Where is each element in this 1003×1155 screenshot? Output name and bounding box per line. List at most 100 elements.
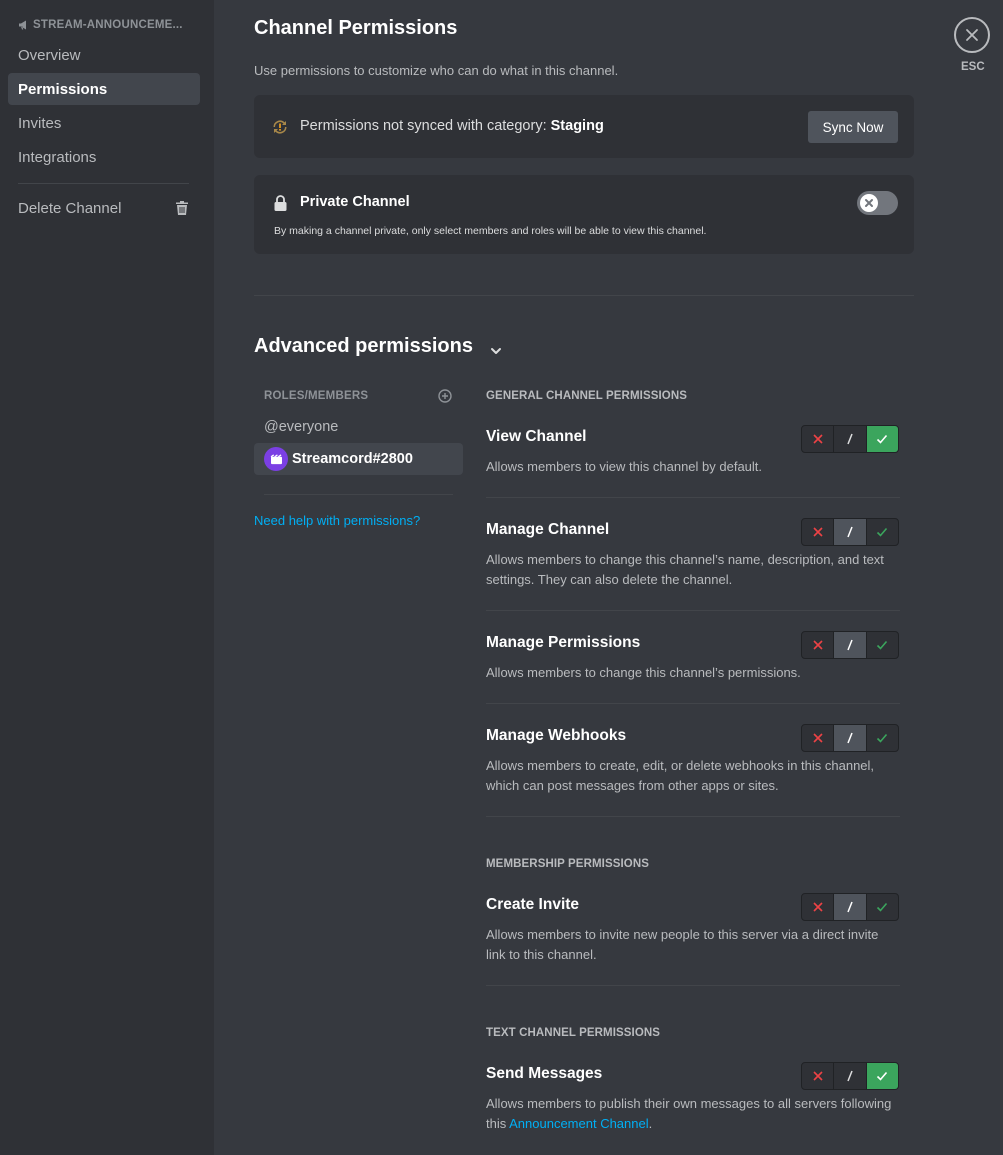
close-button[interactable]: [954, 17, 990, 53]
sidebar: STREAM-ANNOUNCEME... Overview Permission…: [0, 0, 214, 1155]
sync-now-button[interactable]: Sync Now: [808, 111, 898, 143]
section-divider: [254, 295, 914, 296]
permission-divider: [486, 816, 900, 817]
sync-message: Permissions not synced with category: St…: [300, 118, 604, 134]
neutral-icon: [847, 1070, 853, 1082]
section-header-membership: MEMBERSHIP PERMISSIONS: [486, 858, 650, 870]
permission-toggle-manage-channel: [801, 518, 899, 546]
description-text: .: [648, 1116, 653, 1131]
neutral-button[interactable]: [833, 1063, 865, 1089]
permission-title: Manage Permissions: [486, 634, 641, 651]
chevron-down-icon: [489, 341, 503, 355]
roles-divider: [264, 494, 453, 495]
sidebar-item-permissions[interactable]: Permissions: [8, 73, 200, 105]
permission-toggle-manage-permissions: [801, 631, 899, 659]
neutral-button[interactable]: [833, 519, 866, 545]
channel-header: STREAM-ANNOUNCEME...: [18, 17, 198, 33]
permission-title: Manage Channel: [486, 521, 610, 538]
check-icon: [877, 434, 888, 444]
permission-divider: [486, 703, 900, 704]
section-header-text-channel: TEXT CHANNEL PERMISSIONS: [486, 1027, 661, 1039]
neutral-icon: [847, 526, 853, 538]
check-icon: [877, 902, 888, 912]
allow-button[interactable]: [865, 632, 898, 658]
close-icon: [966, 29, 978, 41]
deny-icon: [813, 902, 823, 912]
permission-description: Allows members to view this channel by d…: [486, 459, 763, 474]
sidebar-item-label: Integrations: [18, 148, 97, 166]
permission-toggle-manage-webhooks: [801, 724, 899, 752]
check-icon: [877, 527, 888, 537]
sidebar-item-label: Delete Channel: [18, 199, 122, 217]
role-item-streamcord[interactable]: Streamcord#2800: [254, 443, 463, 475]
allow-button[interactable]: [865, 725, 898, 751]
channel-name: STREAM-ANNOUNCEME...: [33, 19, 183, 31]
deny-button[interactable]: [802, 725, 833, 751]
role-item-everyone[interactable]: @everyone: [254, 411, 463, 443]
announcement-channel-link[interactable]: Announcement Channel: [509, 1116, 649, 1131]
neutral-icon: [847, 433, 853, 445]
lock-icon: [274, 195, 287, 211]
permission-description: Allows members to create, edit, or delet…: [486, 758, 875, 793]
sync-warning-icon: [272, 119, 288, 135]
add-role-icon[interactable]: [438, 389, 452, 403]
roles-members-header: ROLES/MEMBERS: [264, 390, 369, 402]
neutral-button[interactable]: [833, 632, 866, 658]
permission-title: Manage Webhooks: [486, 727, 627, 744]
allow-button[interactable]: [865, 426, 898, 452]
role-label: Streamcord#2800: [292, 451, 413, 467]
page-title: Channel Permissions: [254, 17, 458, 39]
role-label: @everyone: [264, 419, 339, 435]
section-header-general: GENERAL CHANNEL PERMISSIONS: [486, 390, 687, 402]
help-permissions-link[interactable]: Need help with permissions?: [254, 513, 420, 528]
check-icon: [877, 1071, 888, 1081]
esc-label: ESC: [961, 61, 985, 73]
deny-button[interactable]: [802, 894, 833, 920]
deny-icon: [813, 733, 823, 743]
deny-icon: [813, 434, 823, 444]
sidebar-item-integrations[interactable]: Integrations: [8, 141, 200, 173]
sidebar-item-label: Overview: [18, 46, 81, 64]
neutral-button[interactable]: [833, 725, 866, 751]
neutral-button[interactable]: [833, 426, 865, 452]
permission-description: Allows members to change this channel’s …: [486, 552, 884, 587]
neutral-icon: [847, 901, 853, 913]
advanced-permissions-header[interactable]: Advanced permissions: [254, 335, 503, 358]
sidebar-item-invites[interactable]: Invites: [8, 107, 200, 139]
page-description: Use permissions to customize who can do …: [254, 63, 619, 78]
megaphone-icon: [18, 19, 30, 31]
sidebar-item-overview[interactable]: Overview: [8, 39, 200, 71]
deny-icon: [813, 640, 823, 650]
sidebar-item-label: Invites: [18, 114, 62, 132]
permission-description: Allows members to publish their own mess…: [486, 1094, 900, 1134]
allow-button[interactable]: [865, 894, 898, 920]
deny-icon: [813, 1071, 823, 1081]
allow-button[interactable]: [865, 519, 898, 545]
permission-title: Send Messages: [486, 1065, 603, 1082]
toggle-off-icon: [860, 194, 878, 212]
permission-divider: [486, 610, 900, 611]
neutral-button[interactable]: [833, 894, 866, 920]
neutral-icon: [847, 732, 853, 744]
sidebar-item-delete-channel[interactable]: Delete Channel: [8, 192, 200, 224]
permission-toggle-send-messages: [801, 1062, 899, 1090]
check-icon: [877, 640, 888, 650]
neutral-icon: [847, 639, 853, 651]
permission-title: Create Invite: [486, 896, 580, 913]
permission-description: Allows members to invite new people to t…: [486, 927, 879, 962]
allow-button[interactable]: [865, 1063, 898, 1089]
deny-button[interactable]: [802, 426, 833, 452]
sidebar-item-label: Permissions: [18, 80, 108, 98]
sync-notice-card: Permissions not synced with category: St…: [254, 95, 914, 158]
deny-icon: [813, 527, 823, 537]
private-channel-description: By making a channel private, only select…: [274, 225, 707, 237]
permission-toggle-view-channel: [801, 425, 899, 453]
advanced-permissions-title: Advanced permissions: [254, 335, 473, 357]
deny-button[interactable]: [802, 519, 833, 545]
deny-button[interactable]: [802, 1063, 833, 1089]
avatar: [264, 447, 288, 471]
trash-icon: [176, 201, 188, 215]
sync-category-name: Staging: [550, 118, 604, 134]
private-channel-toggle[interactable]: [857, 191, 898, 215]
deny-button[interactable]: [802, 632, 833, 658]
